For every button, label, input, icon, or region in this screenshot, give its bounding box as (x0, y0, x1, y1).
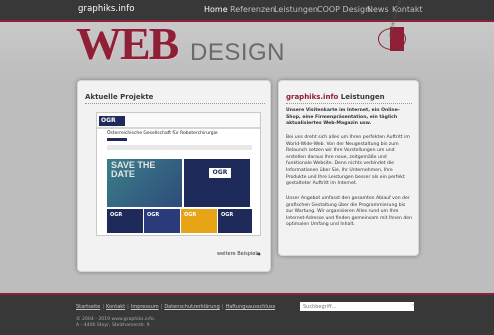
tile-logo: OGR (221, 212, 234, 218)
nav-item-home[interactable]: Home (204, 5, 228, 14)
screenshot-banner-text: SAVE THE DATE (111, 161, 171, 179)
footer-link-kontakt[interactable]: Kontakt (106, 304, 125, 310)
logo-design: DESIGN (190, 39, 286, 66)
screenshot-tile: OGR (181, 209, 217, 233)
footer-links: Startseite | Kontakt | Impressum | Datenschutz… (76, 304, 276, 310)
services-title-brand: graphiks.info (286, 93, 339, 101)
screenshot-nav (97, 127, 260, 129)
screenshot-tile: OGR (107, 209, 143, 233)
nav-item-referenzen[interactable]: Referenzen (230, 5, 275, 14)
screenshot-text (107, 145, 252, 150)
project-screenshot[interactable]: OGR Österreichische Gesellschaft für Rob… (96, 112, 261, 236)
nav-item-coop-design[interactable]: COOP Design (317, 5, 370, 14)
screenshot-hero-panel (184, 159, 250, 207)
footer-copyright: © 2004 - 2019 www.graphiks.info, A - 440… (76, 317, 155, 329)
services-panel: graphiks.info Leistungen Unsere Visitenk… (278, 80, 419, 256)
tile-logo: OGR (110, 212, 123, 218)
screenshot-hero-logo: OGR (209, 168, 231, 178)
main-nav: Home Referenzen Leistungen COOP Design N… (0, 5, 494, 17)
address-line: A - 4400 Steyr, Stelzhamerstr. 9 (76, 323, 150, 328)
nav-item-news[interactable]: News (367, 5, 389, 14)
services-intro: Unsere Visitenkarte im Internet, ein Onl… (286, 108, 400, 127)
screenshot-tile: OGR (218, 209, 252, 233)
footer-link-datenschutz[interactable]: Datenschutzerklärung (164, 304, 219, 310)
services-paragraph: Bei uns dreht sich alles um Ihren perfek… (286, 135, 410, 187)
screenshot-tile: OGR (144, 209, 180, 233)
projects-panel: Aktuelle Projekte OGR Österreichische Ge… (77, 80, 271, 272)
projects-title: Aktuelle Projekte (85, 93, 265, 104)
tile-logo: OGR (147, 212, 160, 218)
more-examples-link[interactable]: weitere Beispiele (217, 251, 260, 257)
search-button[interactable]: » (411, 302, 415, 309)
services-paragraph: Unser Angebot umfasst den gesamten Ablau… (286, 196, 412, 228)
tile-logo: OGR (184, 212, 197, 218)
screenshot-logo: OGR (99, 116, 125, 126)
services-title-rest: Leistungen (338, 93, 385, 101)
screenshot-button (107, 138, 127, 141)
services-title: graphiks.info Leistungen (286, 93, 412, 104)
footer-link-startseite[interactable]: Startseite (76, 304, 100, 310)
screenshot-tiles: OGR OGR OGR OGR (107, 209, 252, 233)
screenshot-headline: Österreichische Gesellschaft für Roboter… (107, 131, 218, 136)
footer-link-haftung[interactable]: Haftungsausschluss (225, 304, 275, 310)
screenshot-banner-label: SAVE THE DATE (111, 160, 156, 179)
logo-web: WEB (76, 18, 179, 69)
footer (0, 295, 494, 335)
nav-item-leistungen[interactable]: Leistungen (274, 5, 318, 14)
footer-link-impressum[interactable]: Impressum (131, 304, 159, 310)
search-input[interactable] (300, 302, 414, 311)
arrow-right-icon[interactable]: ➜ (256, 251, 261, 258)
